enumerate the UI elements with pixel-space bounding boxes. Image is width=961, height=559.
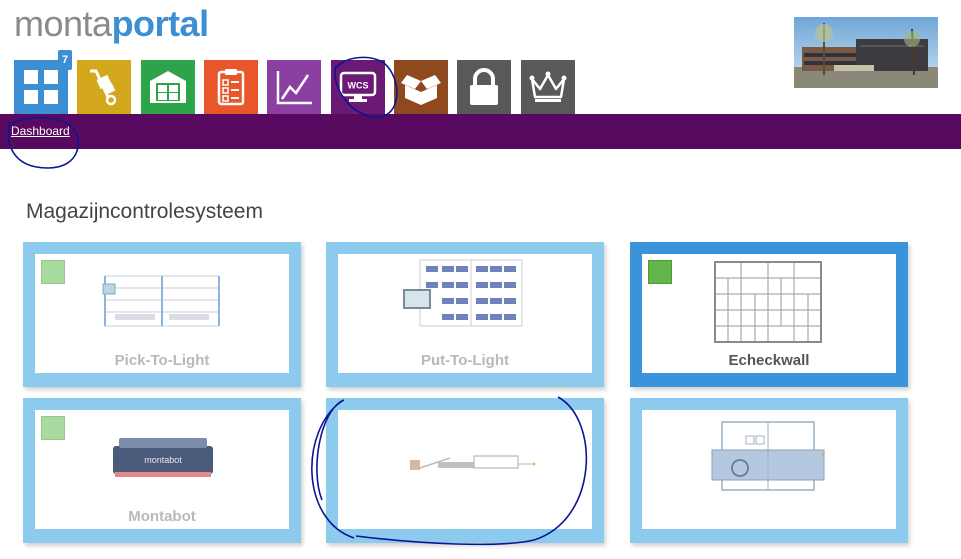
wcs-icon-text: WCS [348, 81, 369, 91]
clipboard-checklist-icon [217, 69, 245, 106]
nav-tile-orders[interactable] [204, 60, 258, 114]
nav-tile-premium[interactable] [521, 60, 575, 114]
card-packing-machine[interactable] [630, 398, 908, 543]
crown-icon [529, 71, 567, 102]
nav-tile-packaging[interactable] [394, 60, 448, 114]
card-put-to-light[interactable]: Put-To-Light [326, 242, 604, 387]
warehouse-icon [150, 71, 186, 103]
card-label: Pick-To-Light [114, 352, 210, 369]
section-title: Magazijncontrolesysteem [26, 200, 263, 223]
building-photo [794, 17, 938, 88]
card-conveyor[interactable] [326, 398, 604, 543]
app-logo[interactable]: montaportal [14, 4, 209, 44]
card-echeckwall[interactable]: Echeckwall [630, 242, 908, 387]
grid-icon [24, 70, 58, 104]
notification-badge: 7 [58, 50, 72, 70]
logo-text-monta: monta [14, 3, 112, 44]
nav-tile-security[interactable] [457, 60, 511, 114]
breadcrumb-dashboard[interactable]: Dashboard [11, 124, 70, 138]
nav-tile-reports[interactable] [267, 60, 321, 114]
card-label: Echeckwall [728, 352, 810, 369]
nav-tile-warehouse[interactable] [141, 60, 195, 114]
line-chart-icon [276, 71, 312, 105]
card-label: Montabot [128, 508, 196, 525]
packing-machine-illustration [711, 421, 825, 491]
conveyor-illustration [410, 455, 536, 470]
logo-text-portal: portal [111, 3, 210, 44]
nav-tile-wcs[interactable]: WCS [331, 60, 385, 114]
open-box-icon [401, 75, 441, 105]
hand-truck-icon [90, 69, 117, 106]
monitor-wcs-icon: WCS [339, 71, 377, 102]
lock-icon [470, 68, 498, 105]
nav-tile-inbound[interactable] [77, 60, 131, 114]
card-montabot[interactable]: montabot Montabot [23, 398, 301, 543]
card-pick-to-light[interactable]: Pick-To-Light [23, 242, 301, 387]
robot-brand-text: montabot [144, 455, 182, 465]
nav-bar [0, 114, 961, 149]
card-label: Put-To-Light [420, 352, 509, 369]
